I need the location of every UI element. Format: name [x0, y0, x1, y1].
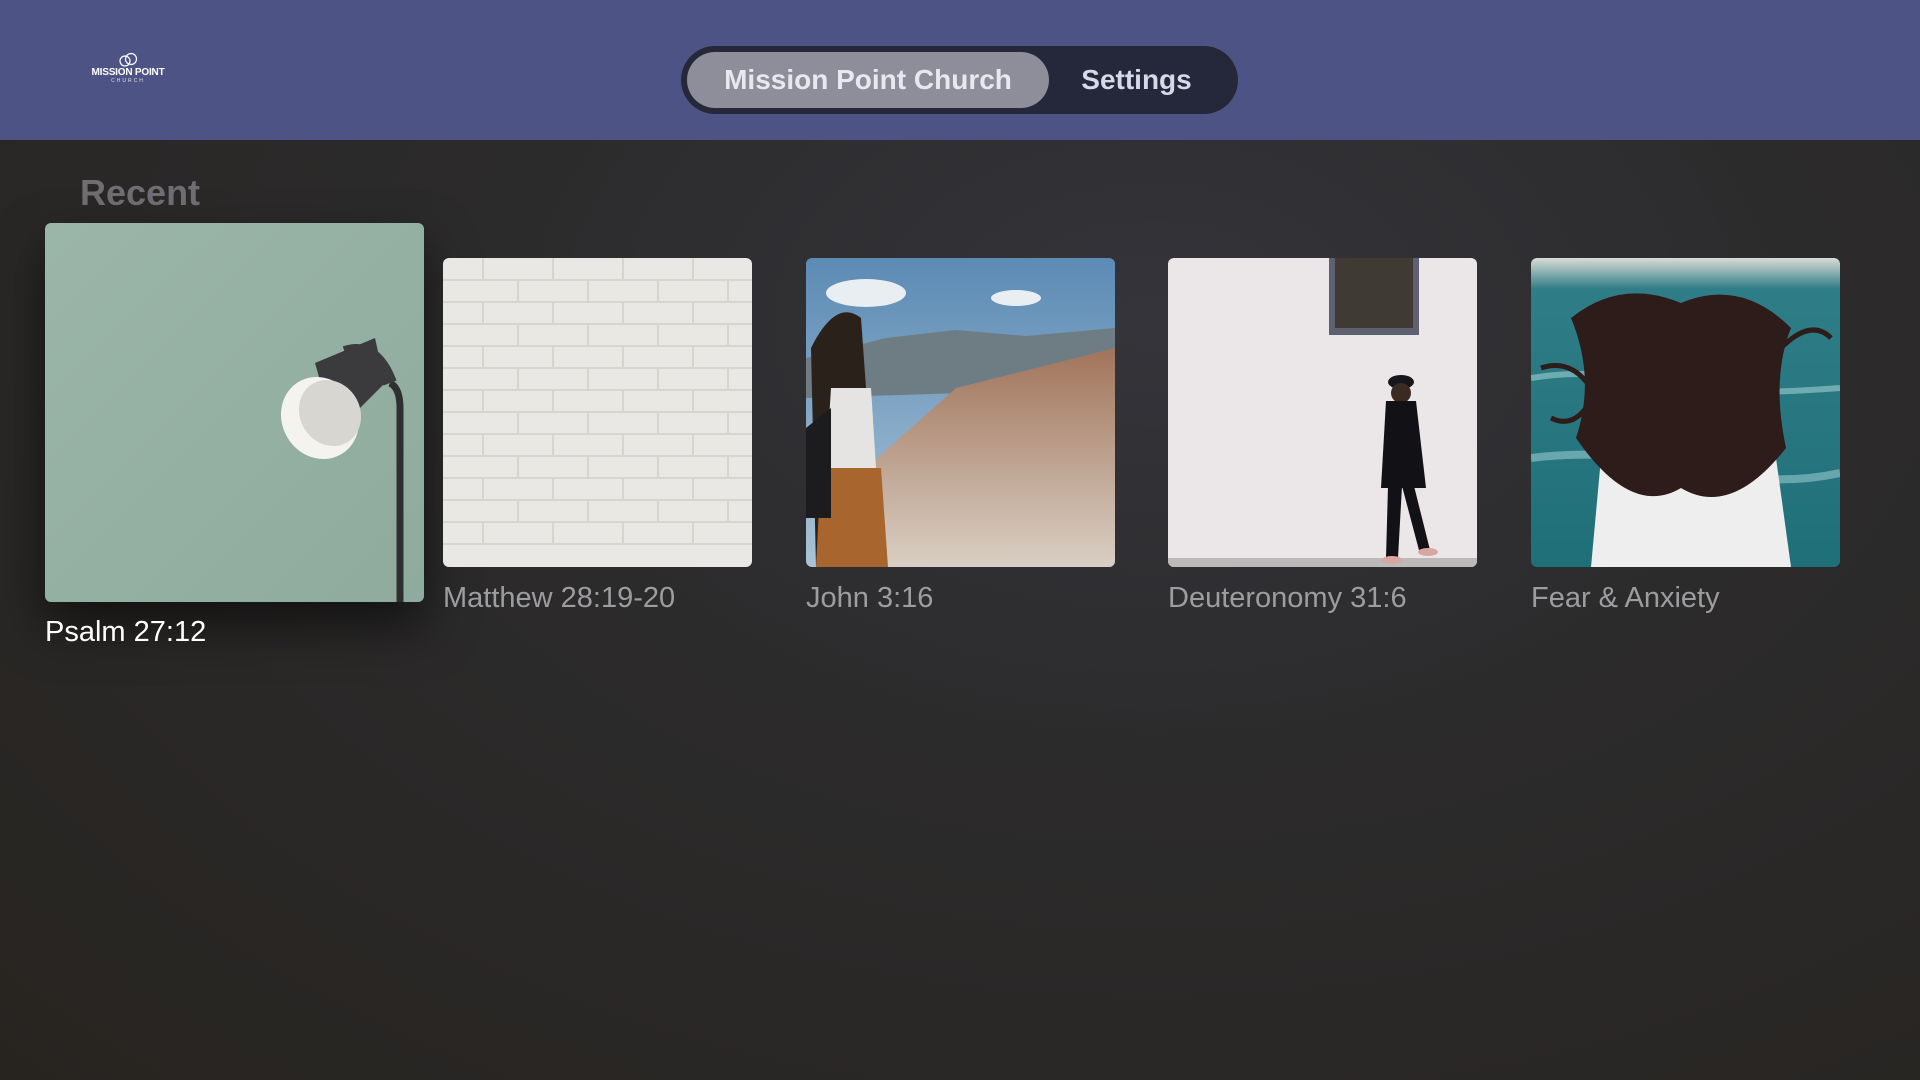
- card-thumbnail: [1531, 258, 1840, 567]
- card-thumbnail: [443, 258, 752, 567]
- church-logo: MISSION POINT CHURCH: [88, 52, 168, 88]
- walking-man-image: [1168, 258, 1477, 567]
- logo-mark-icon: [119, 52, 138, 67]
- card-label: John 3:16: [806, 582, 934, 614]
- hiking-woman-image: [806, 258, 1115, 567]
- lamp-image: [45, 223, 424, 602]
- tab-bar: Mission Point Church Settings: [681, 46, 1238, 114]
- tab-mission-point-church[interactable]: Mission Point Church: [687, 52, 1049, 108]
- recent-card-fear-anxiety[interactable]: Fear & Anxiety: [1531, 258, 1840, 620]
- recent-card-matthew[interactable]: Matthew 28:19-20: [443, 258, 752, 620]
- recent-card-deuteronomy[interactable]: Deuteronomy 31:6: [1168, 258, 1477, 620]
- card-thumbnail: [45, 223, 424, 602]
- card-label: Fear & Anxiety: [1531, 582, 1720, 614]
- card-label: Deuteronomy 31:6: [1168, 582, 1407, 614]
- top-bar: MISSION POINT CHURCH Mission Point Churc…: [0, 0, 1920, 140]
- recent-card-psalm[interactable]: Psalm 27:12: [45, 223, 424, 663]
- card-label: Matthew 28:19-20: [443, 582, 676, 614]
- card-label: Psalm 27:12: [45, 616, 207, 648]
- woman-by-sea-image: [1531, 258, 1840, 567]
- brick-wall-image: [443, 258, 752, 567]
- logo-subtitle: CHURCH: [111, 78, 145, 84]
- recent-card-john[interactable]: John 3:16: [806, 258, 1115, 620]
- card-thumbnail: [1168, 258, 1477, 567]
- tab-settings[interactable]: Settings: [1049, 52, 1224, 108]
- logo-name: MISSION POINT: [91, 67, 165, 78]
- section-title-recent: Recent: [80, 172, 201, 213]
- card-thumbnail: [806, 258, 1115, 567]
